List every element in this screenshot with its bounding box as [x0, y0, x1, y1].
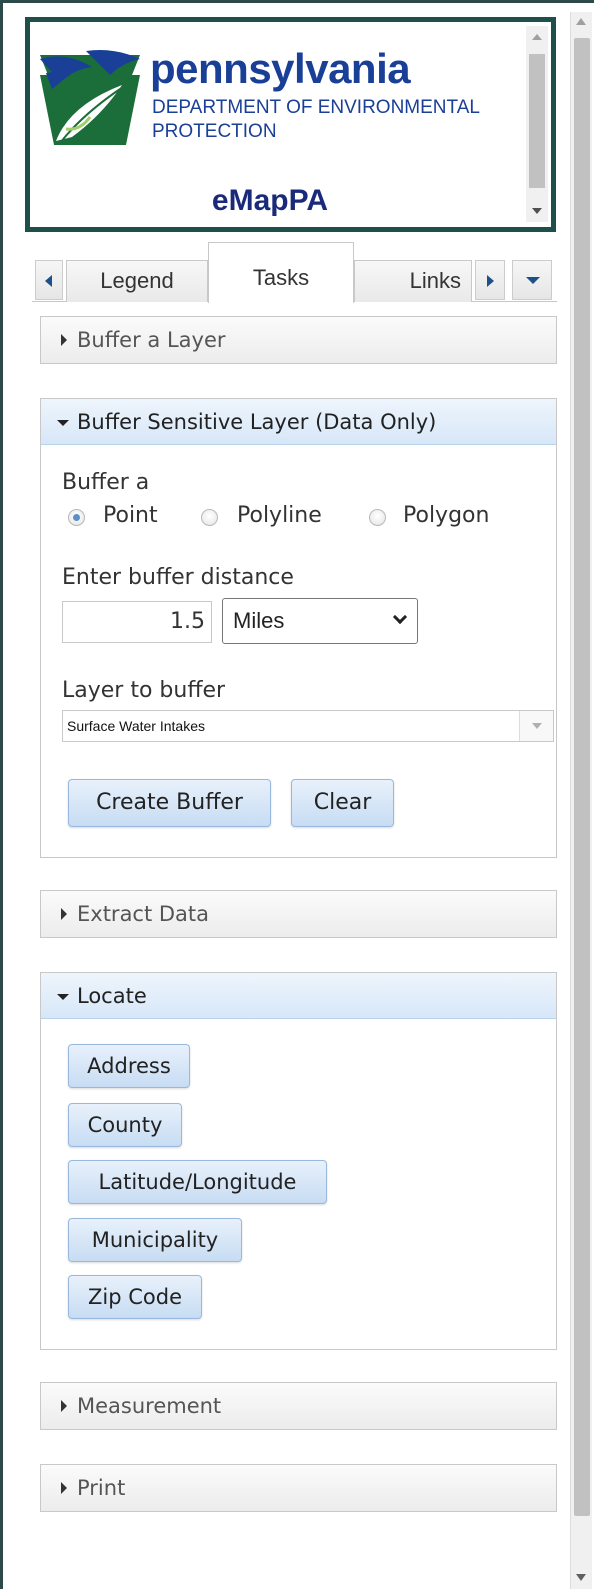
panel-title: Extract Data	[77, 902, 210, 926]
panel-header-extract-data[interactable]: Extract Data	[41, 891, 556, 937]
caret-right-icon	[61, 908, 67, 920]
locate-county-button[interactable]: County	[68, 1103, 182, 1147]
radio-point[interactable]	[68, 509, 85, 526]
department-name: DEPARTMENT OF ENVIRONMENTAL PROTECTION	[152, 96, 480, 144]
combo-trigger-chevron-down-icon[interactable]	[519, 711, 553, 741]
caret-right-icon	[61, 334, 67, 346]
layer-combo-value: Surface Water Intakes	[67, 718, 205, 734]
panel-header-print[interactable]: Print	[41, 1465, 556, 1511]
tab-legend[interactable]: Legend	[66, 260, 208, 302]
caret-down-icon	[57, 994, 69, 1000]
layer-combo[interactable]: Surface Water Intakes	[62, 710, 554, 742]
header-scrollbar[interactable]	[526, 26, 548, 222]
chevron-down-icon	[392, 609, 408, 625]
unit-select-value: Miles	[233, 608, 285, 633]
panel-header-measurement[interactable]: Measurement	[41, 1383, 556, 1429]
buffer-a-label: Buffer a	[62, 470, 150, 495]
panel-title: Print	[77, 1476, 126, 1500]
panel-measurement: Measurement	[40, 1382, 557, 1430]
locate-zipcode-button[interactable]: Zip Code	[68, 1275, 202, 1319]
distance-label: Enter buffer distance	[62, 565, 294, 590]
header-scroll-down-icon[interactable]	[532, 208, 542, 214]
scroll-down-icon[interactable]	[576, 1574, 586, 1581]
radio-point-label: Point	[103, 503, 158, 528]
panel-title: Buffer a Layer	[77, 328, 226, 352]
caret-right-icon	[61, 1482, 67, 1494]
header-scrollbar-thumb[interactable]	[529, 54, 545, 188]
tab-label: Tasks	[252, 265, 310, 290]
scroll-up-icon[interactable]	[576, 18, 586, 25]
header-logo-box: pennsylvania DEPARTMENT OF ENVIRONMENTAL…	[25, 17, 556, 232]
tab-links[interactable]: Links	[354, 260, 472, 302]
panel-header-locate[interactable]: Locate	[41, 973, 556, 1019]
caret-right-icon	[61, 1400, 67, 1412]
tab-menu-chevron-down-icon[interactable]	[512, 260, 552, 300]
unit-select[interactable]: Miles	[222, 598, 418, 644]
panel-header-buffer-layer[interactable]: Buffer a Layer	[41, 317, 556, 363]
radio-polygon-label: Polygon	[403, 503, 490, 528]
tab-tasks[interactable]: Tasks	[208, 242, 354, 303]
brand-name: pennsylvania	[150, 45, 411, 92]
panel-print: Print	[40, 1464, 557, 1512]
clear-button[interactable]: Clear	[291, 779, 394, 827]
buffer-distance-input[interactable]: 1.5	[62, 601, 212, 643]
tab-label: Legend	[100, 268, 174, 293]
panel-header-buffer-sensitive[interactable]: Buffer Sensitive Layer (Data Only)	[41, 399, 556, 445]
tab-scroll-left-icon[interactable]	[35, 260, 63, 300]
tab-bar: Legend Tasks Links	[32, 242, 557, 303]
panel-title: Locate	[77, 984, 147, 1008]
create-buffer-button[interactable]: Create Buffer	[68, 779, 271, 827]
radio-polygon[interactable]	[369, 509, 386, 526]
tab-scroll-right-icon[interactable]	[475, 260, 505, 300]
header-scroll-up-icon[interactable]	[532, 34, 542, 40]
radio-polyline-label: Polyline	[237, 503, 322, 528]
radio-polyline[interactable]	[201, 509, 218, 526]
caret-down-icon	[57, 420, 69, 426]
panel-title: Buffer Sensitive Layer (Data Only)	[77, 410, 437, 434]
department-line-1: DEPARTMENT OF ENVIRONMENTAL	[152, 97, 480, 118]
tab-label: Links	[409, 268, 461, 293]
keystone-logo-icon	[40, 50, 140, 145]
layer-label: Layer to buffer	[62, 678, 226, 703]
panel-extract-data: Extract Data	[40, 890, 557, 938]
locate-municipality-button[interactable]: Municipality	[68, 1218, 242, 1262]
department-line-2: PROTECTION	[152, 121, 277, 142]
panel-buffer-layer: Buffer a Layer	[40, 316, 557, 364]
page-scrollbar[interactable]	[570, 12, 592, 1589]
panel-buffer-sensitive: Buffer Sensitive Layer (Data Only) Buffe…	[40, 398, 557, 858]
locate-address-button[interactable]: Address	[68, 1044, 190, 1088]
locate-latlong-button[interactable]: Latitude/Longitude	[68, 1160, 327, 1204]
panel-locate: Locate Address County Latitude/Longitude…	[40, 972, 557, 1350]
scrollbar-thumb[interactable]	[574, 38, 590, 1516]
panel-title: Measurement	[77, 1394, 222, 1418]
app-name: eMapPA	[211, 184, 329, 217]
